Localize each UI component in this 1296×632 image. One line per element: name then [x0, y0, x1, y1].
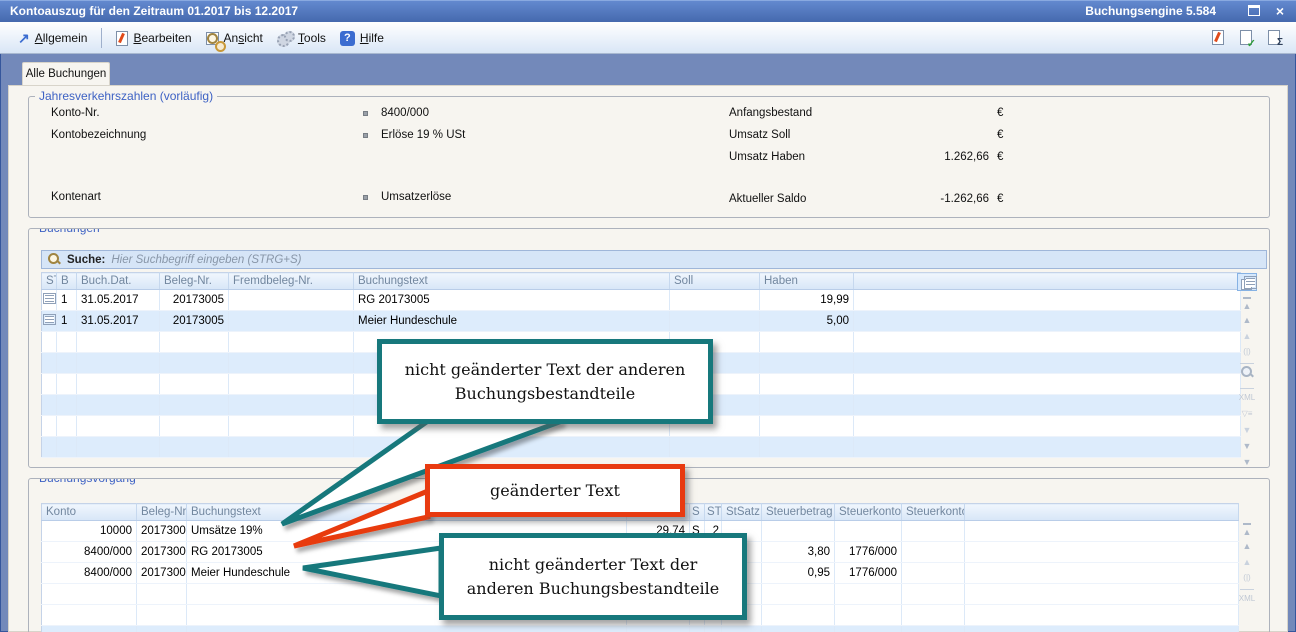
scroll-down-icon[interactable]: ▼: [1243, 423, 1252, 439]
transaction-table-toolbar: ▲ ▲ ▲ (|) XML: [1235, 523, 1259, 608]
currency-label: €: [997, 107, 1003, 119]
xml-icon[interactable]: XML: [1239, 391, 1255, 407]
booking-detail-icon[interactable]: [43, 293, 56, 304]
field-value: Erlöse 19 % USt: [381, 129, 465, 141]
divider: [1240, 388, 1254, 389]
field-label: Konto-Nr.: [51, 107, 100, 119]
help-icon: ?: [340, 31, 355, 46]
tab-alle-buchungen[interactable]: Alle Buchungen: [22, 62, 110, 85]
document-edit-icon: [116, 31, 128, 46]
field-label: Kontobezeichnung: [51, 129, 146, 141]
field-value: Umsatzerlöse: [381, 191, 451, 203]
scroll-up-icon[interactable]: ▲: [1243, 555, 1252, 571]
document-magnifier-icon: [206, 32, 219, 45]
currency-label: €: [997, 151, 1003, 163]
menu-separator: [101, 28, 102, 48]
window-title: Kontoauszug für den Zeitraum 01.2017 bis…: [10, 4, 298, 18]
field-label: Umsatz Soll: [729, 129, 790, 141]
divider: [1240, 589, 1254, 590]
table-row[interactable]: 1 31.05.2017 20173005 RG 20173005 19,99: [42, 290, 1241, 311]
menu-ansicht[interactable]: Ansicht: [206, 31, 263, 45]
close-icon[interactable]: ×: [1276, 5, 1284, 18]
xml-icon[interactable]: XML: [1239, 592, 1255, 608]
journal-sum-icon[interactable]: [1268, 30, 1280, 45]
search-label: Suche:: [67, 254, 105, 266]
arrow-up-right-icon: ↗: [18, 30, 30, 47]
table-row: [42, 626, 1239, 632]
bookings-section-title: Buchungen: [35, 228, 104, 235]
field-label: Umsatz Haben: [729, 151, 805, 163]
scroll-page-up-icon[interactable]: ▲: [1243, 313, 1252, 329]
bookings-header-row: ST B Buch.Dat. Beleg-Nr. Fremdbeleg-Nr. …: [42, 273, 1241, 290]
booking-detail-icon[interactable]: [43, 314, 56, 325]
bullet-icon: [363, 133, 368, 138]
app-version: Buchungsengine 5.584: [1085, 4, 1216, 18]
search-placeholder: Hier Suchbegriff eingeben (STRG+S): [111, 254, 301, 266]
search-icon: [48, 253, 61, 266]
summary-section-title: Jahresverkehrszahlen (vorläufig): [35, 89, 217, 103]
journal-edit-icon[interactable]: [1212, 30, 1224, 45]
callout-changed-text: geänderter Text: [425, 464, 685, 517]
field-label: Anfangsbestand: [729, 107, 812, 119]
collapse-icon[interactable]: (|): [1243, 345, 1250, 361]
menu-bearbeiten[interactable]: Bearbeiten: [116, 31, 191, 46]
search-input[interactable]: Suche: Hier Suchbegriff eingeben (STRG+S…: [41, 250, 1267, 269]
bookings-table-toolbar: ▲ ▲ ▲ (|) XML ▽≡ ▼ ▼ ▼: [1235, 273, 1259, 468]
field-value: 1.262,66: [839, 151, 989, 163]
scroll-page-up-icon[interactable]: ▲: [1243, 539, 1252, 555]
currency-label: €: [997, 193, 1003, 205]
filter-icon[interactable]: ▽≡: [1242, 407, 1253, 423]
callout-unchanged-text-2: nicht geänderter Text der anderen Buchun…: [439, 533, 747, 620]
collapse-icon[interactable]: (|): [1243, 571, 1250, 587]
transaction-section-title: Buchungsvorgang: [35, 478, 140, 485]
app-window: Kontoauszug für den Zeitraum 01.2017 bis…: [0, 0, 1296, 632]
journal-check-icon[interactable]: [1240, 30, 1252, 45]
scroll-up-icon[interactable]: ▲: [1243, 329, 1252, 345]
currency-label: €: [997, 129, 1003, 141]
scroll-first-icon[interactable]: ▲: [1243, 523, 1252, 539]
zoom-icon[interactable]: [1241, 366, 1254, 379]
menu-tools[interactable]: Tools: [277, 31, 326, 45]
scroll-page-down-icon[interactable]: ▼: [1243, 439, 1252, 455]
bullet-icon: [363, 111, 368, 116]
gears-icon: [277, 31, 293, 45]
table-row[interactable]: 1 31.05.2017 20173005 Meier Hundeschule …: [42, 311, 1241, 332]
menu-bar: ↗ Allgemein Bearbeiten Ansicht Tools ? H…: [0, 22, 1296, 54]
field-value: 8400/000: [381, 107, 429, 119]
menu-hilfe[interactable]: ? Hilfe: [340, 31, 384, 46]
table-row: [42, 437, 1241, 458]
copy-icon[interactable]: [1237, 273, 1257, 291]
field-label: Kontenart: [51, 191, 101, 203]
bullet-icon: [363, 195, 368, 200]
menu-allgemein[interactable]: ↗ Allgemein: [18, 30, 87, 47]
restore-icon[interactable]: [1248, 5, 1260, 16]
scroll-first-icon[interactable]: ▲: [1243, 297, 1252, 313]
title-bar: Kontoauszug für den Zeitraum 01.2017 bis…: [0, 0, 1296, 22]
field-value: -1.262,66: [839, 193, 989, 205]
summary-section: Jahresverkehrszahlen (vorläufig) Konto-N…: [28, 96, 1270, 218]
scroll-last-icon[interactable]: ▼: [1243, 455, 1252, 468]
callout-unchanged-text-1: nicht geänderter Text der anderen Buchun…: [377, 339, 713, 424]
field-label: Aktueller Saldo: [729, 193, 806, 205]
divider: [1240, 363, 1254, 364]
